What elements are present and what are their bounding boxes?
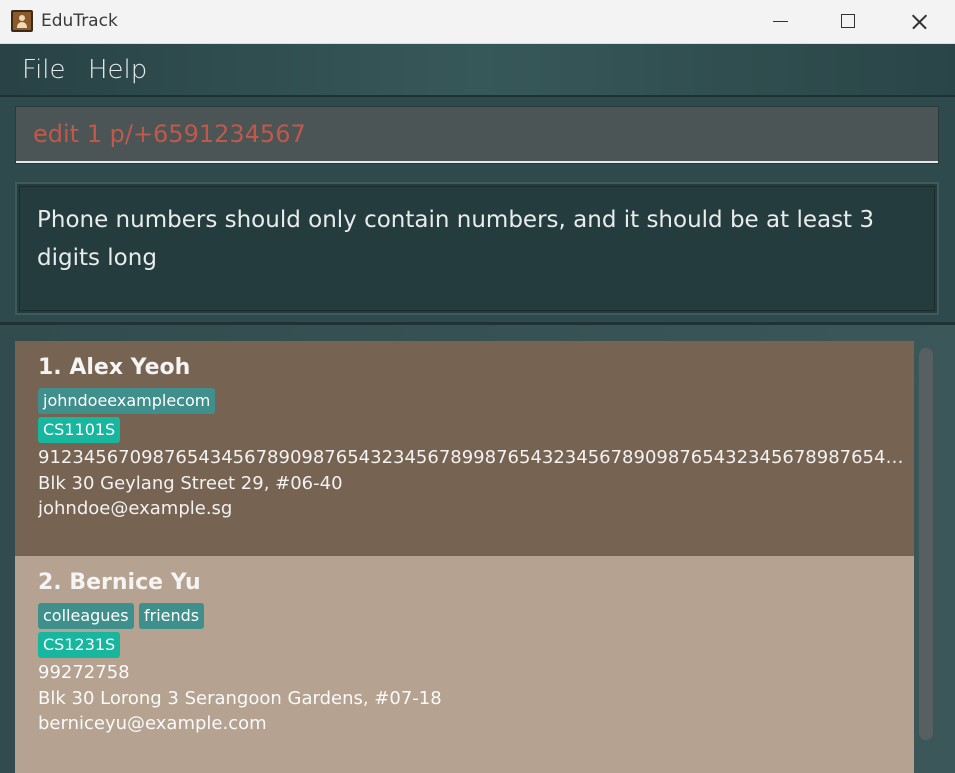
- maximize-icon: [841, 14, 855, 28]
- person-address: Blk 30 Geylang Street 29, #06-40: [38, 473, 343, 494]
- person-phone: 9123456709876543456789098765432345678998…: [38, 447, 906, 468]
- result-display: Phone numbers should only contain number…: [15, 182, 939, 315]
- person-name: 2. Bernice Yu: [38, 570, 201, 595]
- result-message: Phone numbers should only contain number…: [37, 207, 875, 271]
- minimize-button[interactable]: [757, 0, 803, 44]
- person-card[interactable]: 2. Bernice Yu colleagues friends CS1231S…: [15, 556, 914, 773]
- menu-file[interactable]: File: [22, 55, 66, 85]
- person-tag: friends: [139, 603, 205, 629]
- minimize-icon: [773, 21, 788, 22]
- window-title: EduTrack: [41, 11, 118, 31]
- person-name: 1. Alex Yeoh: [38, 355, 191, 380]
- command-input[interactable]: [16, 107, 938, 163]
- close-button[interactable]: [896, 0, 942, 44]
- command-box: [15, 106, 939, 164]
- menu-bar: File Help: [0, 44, 955, 97]
- person-email: berniceyu@example.com: [38, 713, 267, 734]
- course-tag: CS1231S: [38, 632, 121, 658]
- person-tag: johndoeexamplecom: [38, 388, 216, 414]
- person-phone: 99272758: [38, 662, 130, 683]
- person-address: Blk 30 Lorong 3 Serangoon Gardens, #07-1…: [38, 688, 442, 709]
- maximize-button[interactable]: [826, 0, 872, 44]
- app-contact-icon: [11, 10, 33, 32]
- title-bar: EduTrack: [0, 0, 955, 44]
- list-scrollbar[interactable]: [919, 348, 933, 740]
- person-tag: colleagues: [38, 603, 134, 629]
- menu-help[interactable]: Help: [88, 55, 147, 85]
- person-card[interactable]: 1. Alex Yeoh johndoeexamplecom CS1101S 9…: [15, 341, 914, 556]
- person-email: johndoe@example.sg: [38, 498, 233, 519]
- course-tag: CS1101S: [38, 417, 121, 443]
- person-list: 1. Alex Yeoh johndoeexamplecom CS1101S 9…: [0, 325, 955, 773]
